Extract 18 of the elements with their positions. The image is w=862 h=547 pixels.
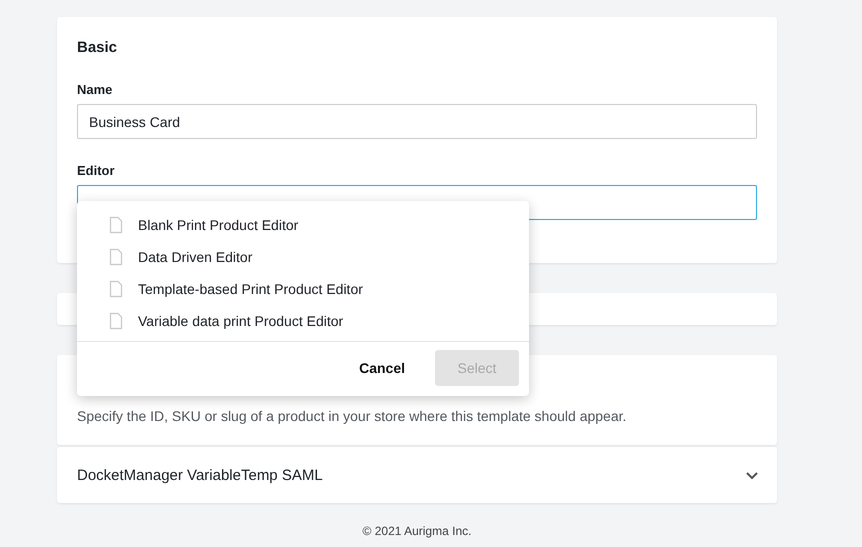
field-label: Editor <box>77 163 116 178</box>
cancel-button[interactable]: Cancel <box>343 350 421 386</box>
description-text: Specify the ID, SKU or slug of a product in your store where this template should appear. <box>77 408 628 424</box>
menu-item[interactable]: Blank Print Product Editor <box>77 209 529 241</box>
section-title: Basic <box>77 39 118 56</box>
menu-item[interactable]: Template-based Print Product Editor <box>77 273 529 305</box>
input-field[interactable]: Business Card <box>77 104 757 139</box>
menu-item[interactable]: Data Driven Editor <box>77 241 529 273</box>
document-icon <box>109 312 123 330</box>
section-title: DocketManager VariableTemp SAML <box>77 466 323 484</box>
document-icon <box>109 248 123 266</box>
chevron-icon <box>745 470 759 480</box>
menu-item[interactable]: Variable data print Product Editor <box>77 305 529 337</box>
document-icon <box>109 216 123 234</box>
document-icon <box>109 280 123 298</box>
collapsible-header[interactable]: DocketManager VariableTemp SAML <box>57 447 777 503</box>
field-label: Name <box>77 82 114 97</box>
footer-text: © 2021 Aurigma Inc. <box>362 523 472 539</box>
